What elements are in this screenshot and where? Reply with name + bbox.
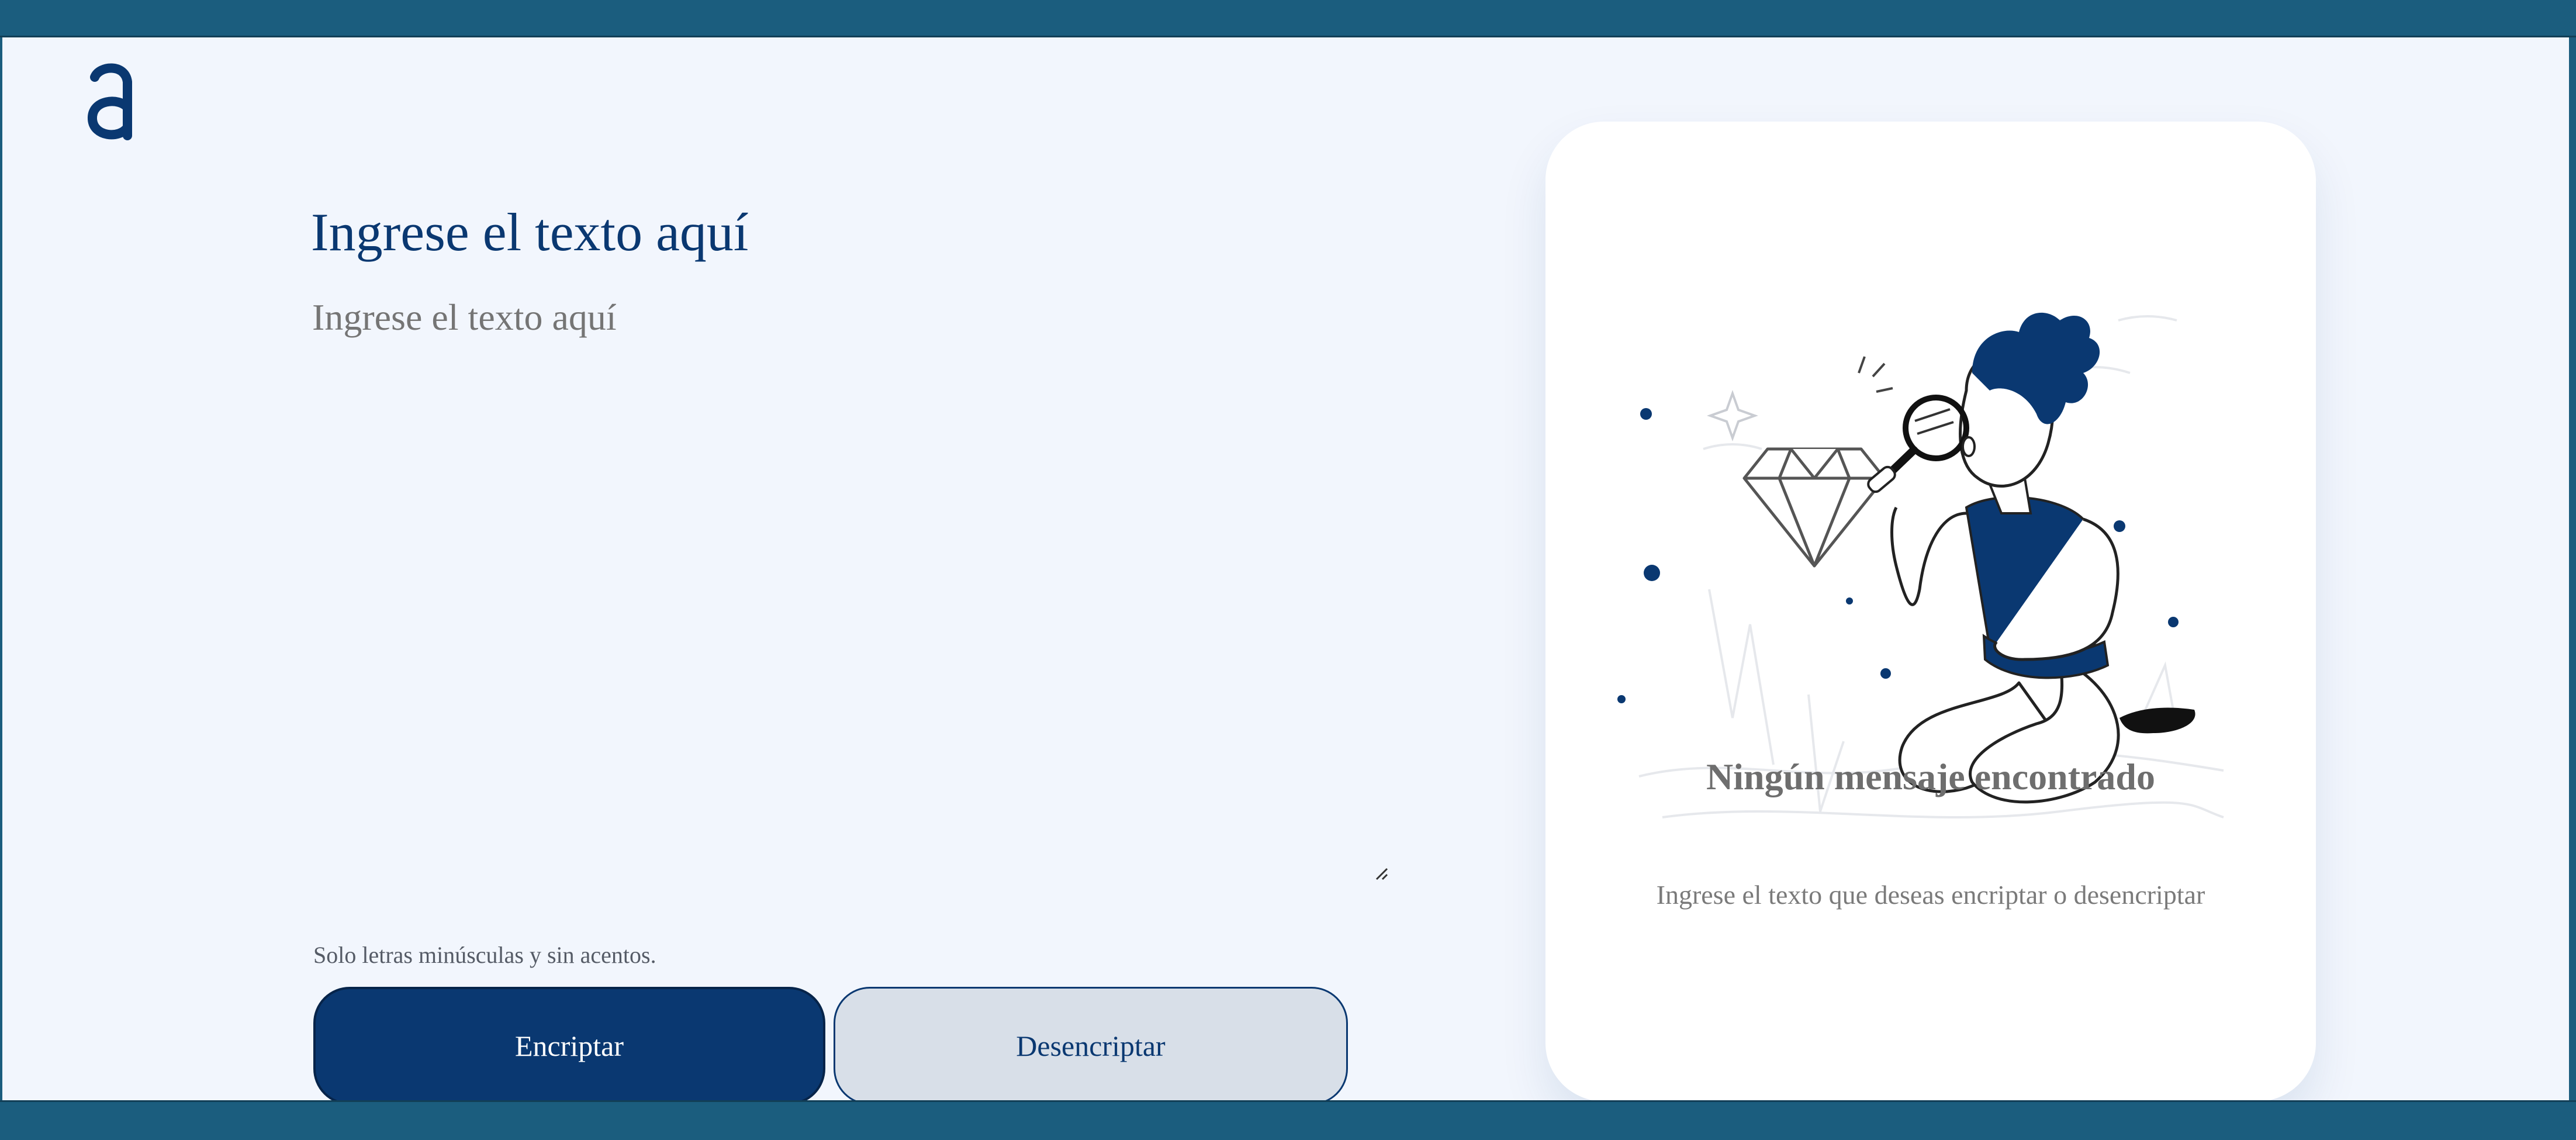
input-title: Ingrese el texto aquí (311, 202, 749, 262)
app-body: Ingrese el texto aquí Solo letras minúsc… (2, 37, 2569, 1105)
top-bar (0, 0, 2576, 37)
empty-state-text: Ingrese el texto que deseas encriptar o … (1656, 880, 2205, 910)
encrypt-button[interactable]: Encriptar (313, 987, 825, 1105)
empty-state-title: Ningún mensaje encontrado (1706, 756, 2156, 797)
hint-text: Solo letras minúsculas y sin acentos. (313, 942, 656, 968)
bottom-bar (0, 1100, 2576, 1140)
text-input[interactable] (311, 295, 1397, 887)
alura-logo-icon[interactable] (84, 58, 137, 140)
output-card: Ningún mensaje encontrado Ingrese el tex… (1545, 122, 2316, 1101)
window-frame: Ingrese el texto aquí Solo letras minúsc… (0, 0, 2576, 1140)
resize-handle-icon[interactable] (1373, 865, 1391, 883)
window-edge (2569, 37, 2576, 1100)
input-hint: Solo letras minúsculas y sin acentos. (313, 941, 656, 969)
decrypt-button[interactable]: Desencriptar (834, 987, 1348, 1105)
